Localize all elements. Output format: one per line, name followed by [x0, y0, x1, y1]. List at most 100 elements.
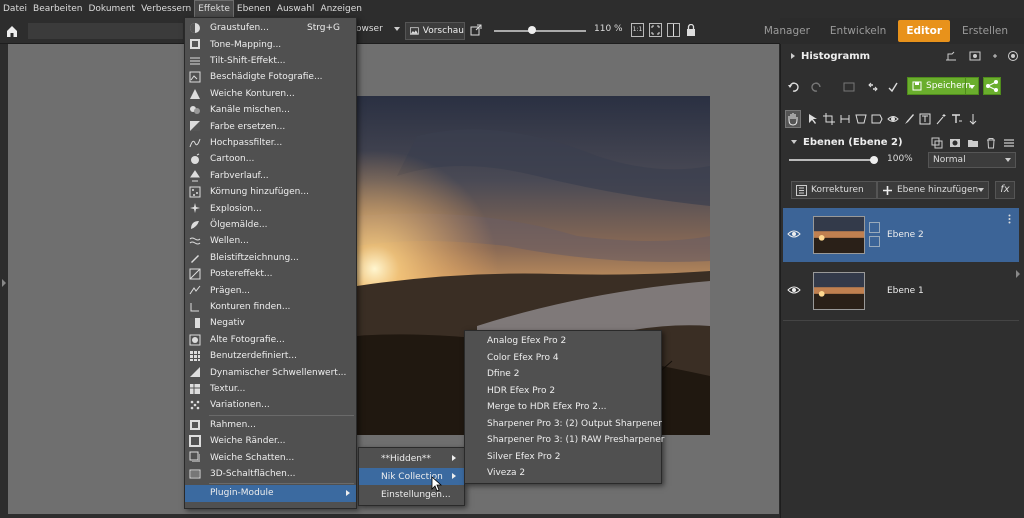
effects-menu-item[interactable]: Graustufen... Strg+G: [185, 20, 356, 36]
select-tool-icon[interactable]: [807, 113, 819, 125]
browser-dropdown-icon[interactable]: [394, 27, 400, 31]
eye-icon[interactable]: [787, 229, 801, 239]
text-style-icon[interactable]: [951, 113, 963, 125]
nik-menu-item[interactable]: Dfine 2: [465, 366, 661, 382]
zoom-1-1-button[interactable]: 1:1: [631, 23, 644, 37]
text-tool-icon[interactable]: [919, 113, 931, 125]
save-button[interactable]: Speichern: [907, 77, 979, 95]
corrections-button[interactable]: Korrekturen: [791, 181, 877, 199]
menu-auswahl[interactable]: Auswahl: [274, 0, 318, 18]
effects-menu-item[interactable]: Farbverlauf...: [185, 168, 356, 184]
effects-menu-item[interactable]: Tone-Mapping...: [185, 36, 356, 52]
opacity-slider-knob[interactable]: [870, 156, 878, 164]
right-panel-collapse[interactable]: [1016, 270, 1020, 278]
effects-menu-item[interactable]: Hochpassfilter...: [185, 135, 356, 151]
redo-icon[interactable]: [811, 81, 823, 93]
effects-menu-item[interactable]: Beschädigte Fotografie...: [185, 69, 356, 85]
shape-tool-icon[interactable]: [871, 113, 883, 125]
effects-menu-item[interactable]: Variationen...: [185, 397, 356, 413]
add-layer-dropdown-icon[interactable]: [978, 188, 984, 192]
perspective-tool-icon[interactable]: [855, 113, 867, 125]
effects-menu-item[interactable]: Explosion...: [185, 200, 356, 216]
effects-menu-item[interactable]: Wellen...: [185, 233, 356, 249]
nik-menu-item[interactable]: HDR Efex Pro 2: [465, 383, 661, 399]
undo-icon[interactable]: [787, 81, 799, 93]
histogram-channel-icon[interactable]: [969, 50, 981, 62]
effects-menu-item[interactable]: Kanäle mischen...: [185, 102, 356, 118]
menu-datei[interactable]: Datei: [0, 0, 30, 18]
history-icon[interactable]: [843, 81, 855, 93]
eye-icon[interactable]: [787, 285, 801, 295]
filmstrip-collapse[interactable]: [8, 514, 779, 518]
plugin-menu-item[interactable]: **Hidden**: [359, 450, 464, 467]
straighten-tool-icon[interactable]: [839, 113, 851, 125]
delete-layer-icon[interactable]: [985, 137, 997, 149]
menu-dokument[interactable]: Dokument: [85, 0, 138, 18]
layer-row-ebene-1[interactable]: Ebene 1: [783, 264, 1019, 318]
effects-menu-item[interactable]: Cartoon...: [185, 151, 356, 167]
tab-erstellen[interactable]: Erstellen: [954, 20, 1016, 42]
zoom-slider-knob[interactable]: [528, 26, 536, 34]
effects-menu-item[interactable]: Bleistiftzeichnung...: [185, 250, 356, 266]
effects-menu-item[interactable]: Tilt-Shift-Effekt...: [185, 53, 356, 69]
fit-screen-icon[interactable]: [649, 23, 662, 37]
effects-menu-item[interactable]: Benutzerdefiniert...: [185, 348, 356, 364]
histogram-options-icon[interactable]: [991, 50, 1003, 62]
effects-menu-item[interactable]: Dynamischer Schwellenwert...: [185, 364, 356, 380]
revert-icon[interactable]: [867, 81, 879, 93]
save-dropdown-icon[interactable]: [969, 85, 975, 89]
effects-menu-item[interactable]: Plugin-Module: [185, 485, 356, 502]
menu-anzeigen[interactable]: Anzeigen: [317, 0, 365, 18]
path-bar[interactable]: [28, 23, 183, 39]
tab-editor[interactable]: Editor: [898, 20, 951, 42]
hand-tool-button[interactable]: [785, 110, 801, 128]
add-layer-button[interactable]: Ebene hinzufügen: [877, 181, 989, 199]
blend-mode-select[interactable]: Normal: [928, 152, 1016, 168]
histogram-header[interactable]: Histogramm: [785, 46, 1021, 66]
layer-folder-icon[interactable]: [967, 137, 979, 149]
external-open-icon[interactable]: [470, 24, 482, 36]
effects-menu-item[interactable]: Weiche Schatten...: [185, 449, 356, 465]
compare-icon[interactable]: [667, 23, 680, 37]
nik-menu-item[interactable]: Merge to HDR Efex Pro 2...: [465, 399, 661, 415]
left-panel-collapse[interactable]: [0, 44, 8, 518]
nik-menu-item[interactable]: Viveza 2: [465, 465, 661, 481]
layer-mask-thumb-icon[interactable]: [869, 222, 880, 233]
layer-mask-icon[interactable]: [949, 137, 961, 149]
tab-entwickeln[interactable]: Entwickeln: [822, 20, 894, 42]
layer-menu-icon[interactable]: [1003, 137, 1015, 149]
plugin-menu-item[interactable]: Einstellungen...: [359, 486, 464, 503]
nik-menu-item[interactable]: Color Efex Pro 4: [465, 350, 661, 366]
fx-button[interactable]: fx: [995, 181, 1015, 199]
menu-verbessern[interactable]: Verbessern: [138, 0, 194, 18]
nik-menu-item[interactable]: Sharpener Pro 3: (2) Output Sharpener: [465, 416, 662, 432]
effects-menu-item[interactable]: Weiche Konturen...: [185, 86, 356, 102]
menu-ebenen[interactable]: Ebenen: [234, 0, 274, 18]
layer-settings-thumb-icon[interactable]: [869, 236, 880, 247]
browser-label[interactable]: owser: [356, 24, 383, 34]
effects-menu-item[interactable]: Rahmen...: [185, 417, 356, 433]
effects-menu-item[interactable]: Weiche Ränder...: [185, 433, 356, 449]
histogram-toggle-icon[interactable]: [1007, 50, 1019, 62]
effects-menu-item[interactable]: Prägen...: [185, 282, 356, 298]
effects-menu-item[interactable]: Negativ: [185, 315, 356, 331]
magic-wand-icon[interactable]: [935, 113, 947, 125]
kebab-menu-icon[interactable]: [1008, 214, 1011, 224]
lock-icon[interactable]: [686, 24, 696, 36]
effects-menu-item[interactable]: Alte Fotografie...: [185, 332, 356, 348]
apply-icon[interactable]: [887, 81, 899, 93]
duplicate-layer-icon[interactable]: [931, 137, 943, 149]
preview-button[interactable]: Vorschau: [405, 22, 465, 40]
home-icon[interactable]: [4, 23, 20, 39]
menu-effekte[interactable]: Effekte: [194, 0, 234, 18]
effects-menu-item[interactable]: Konturen finden...: [185, 299, 356, 315]
tab-manager[interactable]: Manager: [756, 20, 818, 42]
opacity-slider[interactable]: [789, 156, 878, 164]
redeye-tool-icon[interactable]: [887, 113, 899, 125]
nik-menu-item[interactable]: Silver Efex Pro 2: [465, 449, 661, 465]
histogram-settings-icon[interactable]: [945, 50, 957, 62]
plugin-menu-item[interactable]: Nik Collection: [359, 468, 464, 485]
effects-menu-item[interactable]: Postereffekt...: [185, 266, 356, 282]
effects-menu-item[interactable]: Farbe ersetzen...: [185, 118, 356, 134]
effects-menu-item[interactable]: 3D-Schaltflächen...: [185, 466, 356, 482]
